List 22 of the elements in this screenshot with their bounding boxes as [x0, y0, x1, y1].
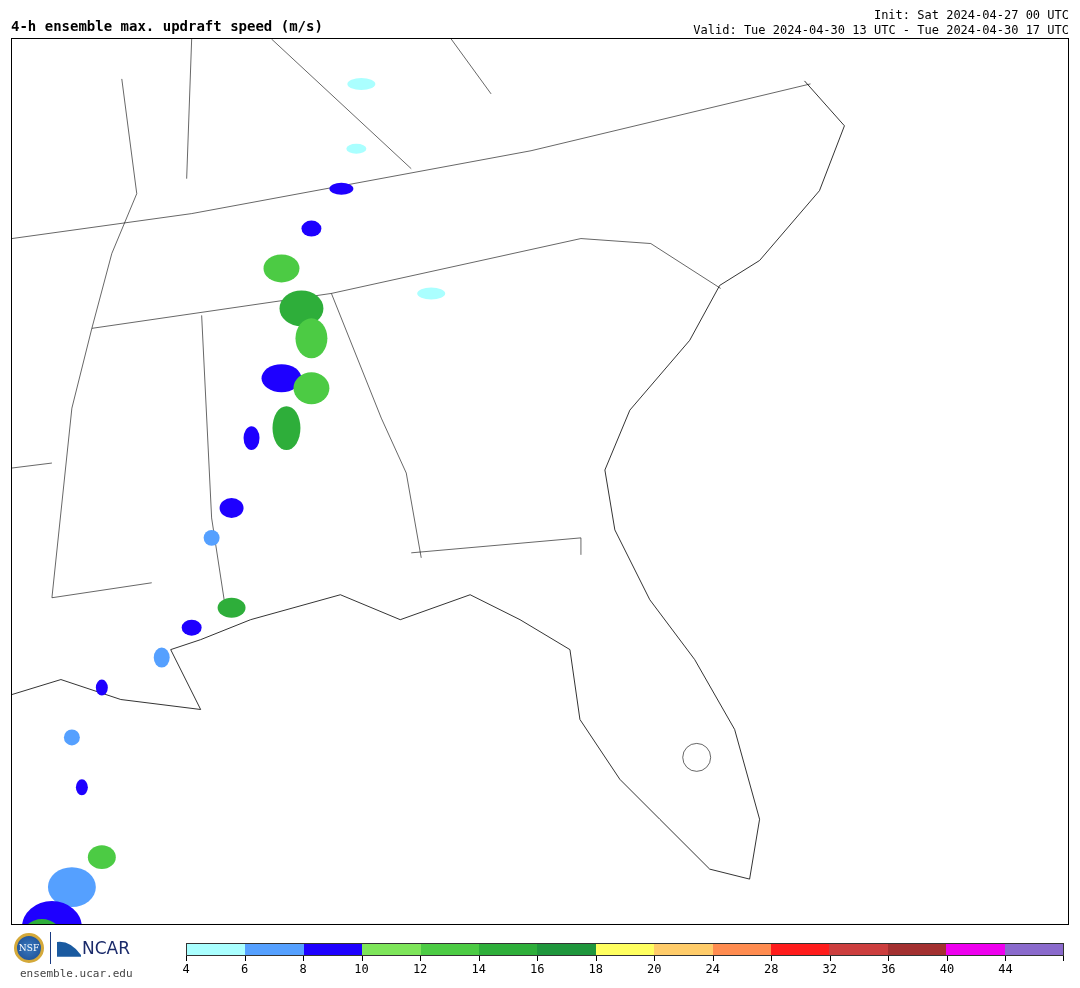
tick-label: 6 [240, 962, 249, 976]
tick-label: 10 [354, 962, 369, 976]
tick-label: 12 [412, 962, 428, 976]
tick-label: 32 [822, 962, 838, 976]
tick-label: 36 [881, 962, 896, 976]
tick-label: 24 [705, 962, 720, 976]
ncar-mark-icon [57, 939, 81, 957]
plot-title: 4-h ensemble max. updraft speed (m/s) [11, 18, 323, 36]
tick-label: 28 [764, 962, 779, 976]
nsf-logo: NSF [14, 933, 44, 963]
tick-label: 14 [471, 962, 486, 976]
init-time: Init: Sat 2024-04-27 00 UTC [873, 8, 1069, 23]
tick-label: 8 [299, 962, 307, 976]
valid-time: Valid: Tue 2024-04-30 13 UTC - Tue 2024-04-30 17 UTC [693, 23, 1069, 38]
tick-label: 20 [647, 962, 662, 976]
site-url: ensemble.ucar.edu [20, 967, 133, 980]
tick-label: 16 [529, 962, 545, 976]
tick-label: 4 [182, 962, 190, 976]
ncar-logo: NCAR [82, 938, 131, 958]
tick-label: 40 [939, 962, 955, 976]
tick-label: 44 [998, 962, 1013, 976]
tick-label: 18 [588, 962, 603, 976]
